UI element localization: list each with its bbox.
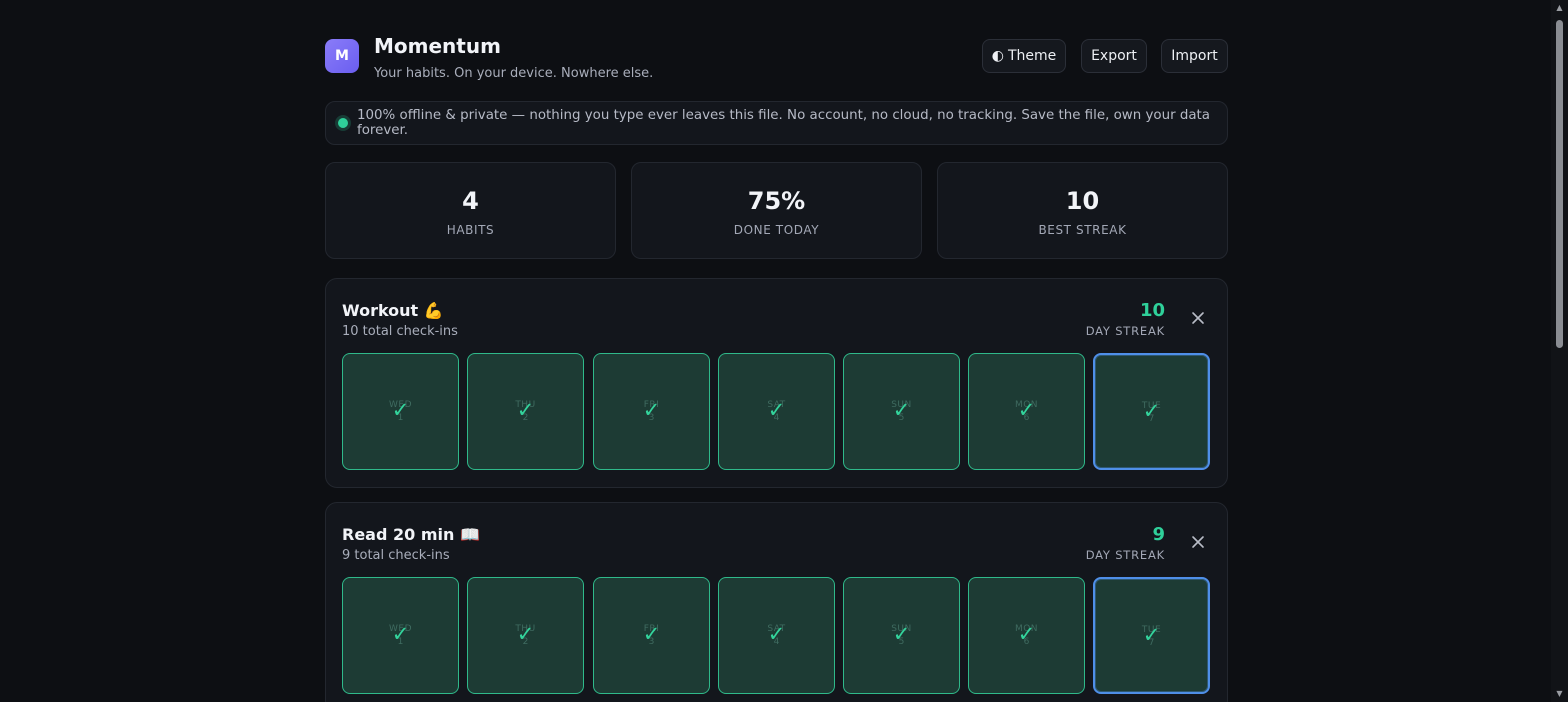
day-cell[interactable]: THU 2 ✓ (467, 353, 584, 470)
check-icon: ✓ (391, 622, 410, 646)
close-icon (1192, 536, 1204, 548)
habit-streak: 10 DAY STREAK (1085, 300, 1165, 339)
stat-label: BEST STREAK (1038, 223, 1127, 237)
scroll-up-icon[interactable]: ▲ (1551, 0, 1568, 16)
day-cell[interactable]: MON 6 ✓ (968, 577, 1085, 694)
scrollbar-thumb[interactable] (1556, 20, 1563, 348)
app-viewport: M Momentum Your habits. On your device. … (0, 0, 1568, 702)
stat-value: 75% (747, 187, 806, 215)
streak-label: DAY STREAK (1085, 548, 1165, 562)
day-cell[interactable]: SAT 4 ✓ (718, 577, 835, 694)
check-icon: ✓ (1142, 623, 1161, 647)
check-icon: ✓ (516, 398, 535, 422)
check-icon: ✓ (892, 398, 911, 422)
day-cell[interactable]: WED 1 ✓ (342, 353, 459, 470)
stat-done-today: 75% DONE TODAY (631, 162, 922, 259)
app-title: Momentum (374, 34, 501, 58)
check-icon: ✓ (1017, 398, 1036, 422)
close-icon (1192, 312, 1204, 324)
day-cell[interactable]: WED 1 ✓ (342, 577, 459, 694)
delete-habit-button[interactable] (1187, 307, 1209, 329)
habit-checkins: 9 total check-ins (342, 548, 450, 563)
scroll-down-icon[interactable]: ▼ (1551, 686, 1568, 702)
day-cell-today[interactable]: TUE 7 ✓ (1093, 353, 1210, 470)
export-button-label: Export (1091, 48, 1137, 64)
theme-button-label: Theme (1007, 48, 1057, 64)
main-container: M Momentum Your habits. On your device. … (325, 0, 1228, 702)
export-button[interactable]: Export (1081, 39, 1147, 73)
stat-label: DONE TODAY (733, 223, 820, 237)
habit-name: Workout 💪 (342, 301, 444, 320)
stat-habits: 4 HABITS (325, 162, 616, 259)
streak-count: 10 (1139, 300, 1165, 321)
day-cell[interactable]: THU 2 ✓ (467, 577, 584, 694)
check-icon: ✓ (1142, 399, 1161, 423)
check-icon: ✓ (767, 398, 786, 422)
app-header: M Momentum Your habits. On your device. … (325, 0, 1228, 100)
check-icon: ✓ (642, 622, 661, 646)
check-icon: ✓ (892, 622, 911, 646)
stat-label: HABITS (446, 223, 495, 237)
day-cell[interactable]: FRI 3 ✓ (593, 577, 710, 694)
privacy-banner: 100% offline & private — nothing you typ… (325, 101, 1228, 145)
page-scrollbar[interactable]: ▲ ▼ (1551, 0, 1568, 702)
theme-button[interactable]: ◐ Theme (982, 39, 1066, 73)
app-logo: M (325, 39, 359, 73)
privacy-banner-text: 100% offline & private — nothing you typ… (357, 108, 1211, 138)
habit-streak: 9 DAY STREAK (1085, 524, 1165, 563)
stat-value: 4 (462, 187, 479, 215)
habit-card: Workout 💪 10 total check-ins 10 DAY STRE… (325, 278, 1228, 488)
stat-value: 10 (1065, 187, 1100, 215)
status-dot-icon (338, 118, 348, 128)
habit-name: Read 20 min 📖 (342, 525, 480, 544)
day-grid: WED 1 ✓ THU 2 ✓ FRI 3 ✓ SAT 4 ✓ SUN 5 ✓ … (342, 577, 1213, 695)
check-icon: ✓ (516, 622, 535, 646)
import-button-label: Import (1171, 48, 1218, 64)
habit-card: Read 20 min 📖 9 total check-ins 9 DAY ST… (325, 502, 1228, 702)
theme-icon: ◐ (991, 48, 1004, 64)
day-cell[interactable]: FRI 3 ✓ (593, 353, 710, 470)
day-cell[interactable]: SUN 5 ✓ (843, 577, 960, 694)
app-subtitle: Your habits. On your device. Nowhere els… (374, 66, 654, 81)
day-grid: WED 1 ✓ THU 2 ✓ FRI 3 ✓ SAT 4 ✓ SUN 5 ✓ … (342, 353, 1213, 471)
delete-habit-button[interactable] (1187, 531, 1209, 553)
check-icon: ✓ (391, 398, 410, 422)
check-icon: ✓ (767, 622, 786, 646)
import-button[interactable]: Import (1161, 39, 1228, 73)
streak-label: DAY STREAK (1085, 324, 1165, 338)
day-cell[interactable]: SUN 5 ✓ (843, 353, 960, 470)
day-cell-today[interactable]: TUE 7 ✓ (1093, 577, 1210, 694)
check-icon: ✓ (642, 398, 661, 422)
day-cell[interactable]: SAT 4 ✓ (718, 353, 835, 470)
stat-best-streak: 10 BEST STREAK (937, 162, 1228, 259)
check-icon: ✓ (1017, 622, 1036, 646)
habit-checkins: 10 total check-ins (342, 324, 458, 339)
stats-row: 4 HABITS 75% DONE TODAY 10 BEST STREAK (325, 162, 1228, 259)
streak-count: 9 (1152, 524, 1165, 545)
day-cell[interactable]: MON 6 ✓ (968, 353, 1085, 470)
